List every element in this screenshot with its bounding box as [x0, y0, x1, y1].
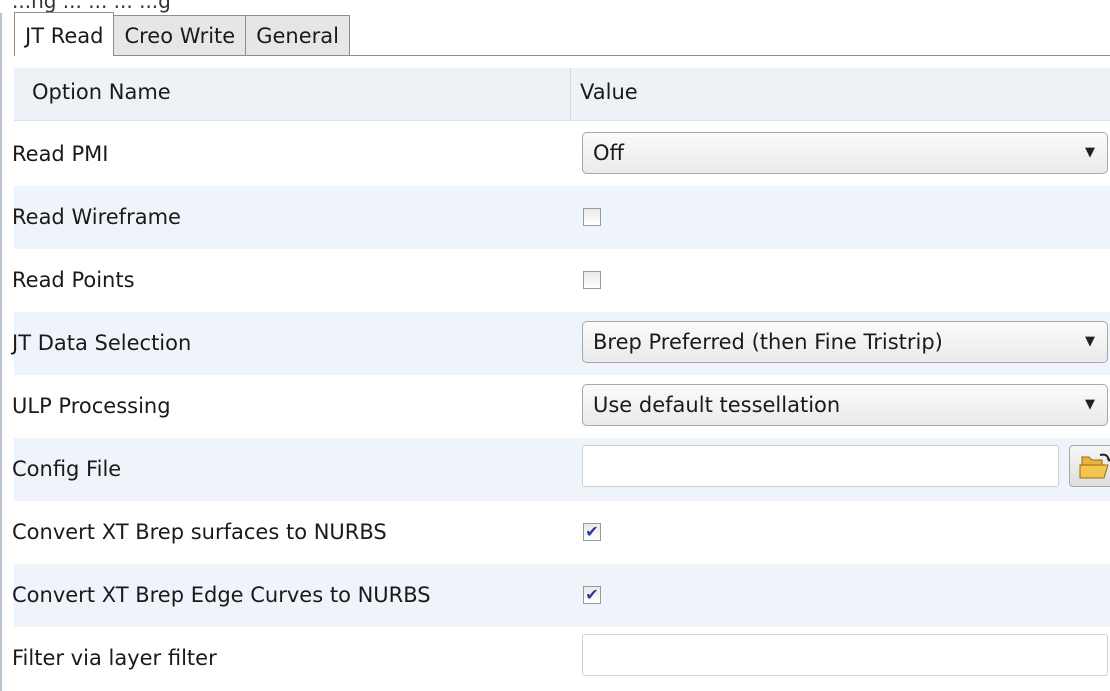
option-label: Config File — [12, 457, 122, 481]
check-mark-icon: ✔ — [585, 585, 599, 604]
option-label: Convert XT Brep Edge Curves to NURBS — [12, 583, 431, 607]
dropdown-value: Brep Preferred (then Fine Tristrip) — [593, 330, 943, 354]
option-row-read-pmi: Read PMI Off ▼ — [12, 123, 1110, 186]
browse-folder-button[interactable] — [1069, 445, 1110, 487]
filter-layer-input[interactable] — [582, 634, 1108, 676]
option-row-jt-data-selection: JT Data Selection Brep Preferred (then F… — [12, 312, 1110, 375]
read-points-checkbox[interactable] — [583, 271, 601, 289]
option-row-filter-layer: Filter via layer filter — [12, 627, 1110, 690]
top-clipped-strip: ...ng ... ... ... ...g — [0, 0, 1110, 13]
option-label: Read PMI — [12, 142, 109, 166]
tab-creo-write[interactable]: Creo Write — [113, 15, 247, 56]
config-file-input[interactable] — [582, 445, 1059, 487]
tab-divider — [14, 55, 1110, 56]
option-label: Read Points — [12, 268, 135, 292]
option-label: Filter via layer filter — [12, 646, 217, 670]
tab-bar: JT Read Creo Write General — [14, 12, 350, 56]
option-label: Convert XT Brep surfaces to NURBS — [12, 520, 387, 544]
left-border — [0, 13, 2, 691]
value-header[interactable]: Value — [580, 80, 638, 104]
column-separator[interactable] — [570, 68, 571, 120]
folder-open-icon — [1079, 453, 1110, 479]
tab-general[interactable]: General — [245, 15, 350, 56]
option-row-convert-edges: Convert XT Brep Edge Curves to NURBS ✔ — [12, 564, 1110, 627]
option-label: ULP Processing — [12, 394, 171, 418]
convert-edges-checkbox[interactable]: ✔ — [583, 586, 601, 604]
option-name-header[interactable]: Option Name — [32, 80, 171, 104]
dropdown-arrow-icon: ▼ — [1085, 397, 1095, 412]
dropdown-value: Off — [593, 141, 624, 165]
read-pmi-dropdown[interactable]: Off ▼ — [582, 132, 1108, 174]
dropdown-arrow-icon: ▼ — [1085, 334, 1095, 349]
convert-surfaces-checkbox[interactable]: ✔ — [583, 523, 601, 541]
jt-data-selection-dropdown[interactable]: Brep Preferred (then Fine Tristrip) ▼ — [582, 321, 1108, 363]
option-row-read-points: Read Points — [12, 249, 1110, 312]
dropdown-value: Use default tessellation — [593, 393, 841, 417]
ulp-processing-dropdown[interactable]: Use default tessellation ▼ — [582, 384, 1108, 426]
options-header: Option Name Value — [14, 68, 1110, 121]
option-label: Read Wireframe — [12, 205, 181, 229]
read-wireframe-checkbox[interactable] — [583, 208, 601, 226]
dropdown-arrow-icon: ▼ — [1085, 145, 1095, 160]
option-label: JT Data Selection — [12, 331, 192, 355]
tab-jt-read[interactable]: JT Read — [14, 12, 115, 56]
option-row-ulp-processing: ULP Processing Use default tessellation … — [12, 375, 1110, 438]
option-row-config-file: Config File — [12, 438, 1110, 501]
option-row-read-wireframe: Read Wireframe — [12, 186, 1110, 249]
option-row-convert-surfaces: Convert XT Brep surfaces to NURBS ✔ — [12, 501, 1110, 564]
check-mark-icon: ✔ — [585, 522, 599, 541]
